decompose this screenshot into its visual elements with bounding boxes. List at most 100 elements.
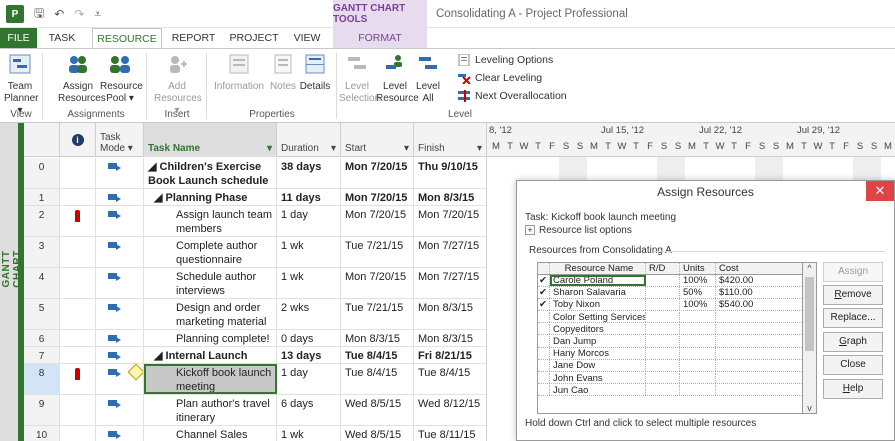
notes-button[interactable]: Notes <box>268 53 298 93</box>
finish-cell[interactable]: Mon 8/3/15 <box>414 189 486 205</box>
resource-col-header[interactable]: Units <box>680 263 716 274</box>
resource-rd-cell[interactable] <box>646 372 680 384</box>
resource-row[interactable]: ✔ Carole Poland 100% $420.00 <box>538 275 802 287</box>
resource-cost-cell[interactable] <box>716 312 802 323</box>
task-name-cell[interactable]: Plan author's travel itinerary <box>144 395 277 425</box>
header-finish[interactable]: Finish ▾ <box>414 123 486 157</box>
resource-row[interactable]: Jane Dow <box>538 360 802 372</box>
table-row[interactable]: 9 Plan author's travel itinerary 6 days Wed… <box>24 395 486 426</box>
resource-name-cell[interactable]: Dan Jump <box>550 336 646 347</box>
resource-units-cell[interactable] <box>680 336 716 347</box>
resource-cost-cell[interactable] <box>716 336 802 347</box>
row-id[interactable]: 7 <box>24 347 60 363</box>
tab-project[interactable]: PROJECT <box>224 28 284 48</box>
task-name-cell[interactable]: ◢ Internal Launch Phase <box>144 347 277 363</box>
remove-button[interactable]: Remove <box>823 285 883 305</box>
save-icon[interactable]: 🖫 <box>34 4 44 25</box>
resource-units-cell[interactable] <box>680 372 716 384</box>
scroll-up-icon[interactable]: ^ <box>803 263 816 273</box>
resource-rd-cell[interactable] <box>646 299 680 310</box>
start-cell[interactable]: Wed 8/5/15 <box>341 395 414 425</box>
resource-row[interactable]: Color Setting Services <box>538 311 802 324</box>
tab-report[interactable]: REPORT <box>166 28 221 48</box>
task-name-cell[interactable]: Schedule author interviews <box>144 268 277 298</box>
resource-name-cell[interactable]: Toby Nixon <box>550 299 646 310</box>
start-cell[interactable]: Tue 7/21/15 <box>341 237 414 267</box>
resource-units-cell[interactable]: 50% <box>680 287 716 298</box>
task-name-cell[interactable]: Kickoff book launch meeting <box>144 364 277 394</box>
information-button[interactable]: Information <box>210 53 268 93</box>
project-app-icon[interactable]: P <box>6 5 24 23</box>
resource-row[interactable]: John Evans <box>538 372 802 385</box>
header-task-name[interactable]: Task Name ▾ <box>144 123 277 157</box>
task-name-cell[interactable]: Assign launch team members <box>144 206 277 236</box>
add-resources-button[interactable]: Add Resources ▾ <box>154 53 202 117</box>
task-mode-cell[interactable] <box>96 268 144 298</box>
task-mode-cell[interactable] <box>96 299 144 329</box>
redo-icon[interactable]: ↷ <box>74 7 84 21</box>
dropdown-icon[interactable]: ▾ <box>404 143 409 154</box>
duration-cell[interactable]: 1 wk <box>277 268 341 298</box>
details-button[interactable]: Details <box>298 53 332 93</box>
task-name-cell[interactable]: Channel Sales prep <box>144 426 277 441</box>
table-row[interactable]: 0 ◢ Children's Exercise Book Launch sched… <box>24 158 486 189</box>
finish-cell[interactable]: Mon 7/27/15 <box>414 268 486 298</box>
table-row[interactable]: 1 ◢ Planning Phase 11 days Mon 7/20/15 Mon 8… <box>24 189 486 206</box>
resource-units-cell[interactable]: 100% <box>680 299 716 310</box>
resource-rd-cell[interactable] <box>646 275 680 286</box>
resource-name-cell[interactable]: John Evans <box>550 372 646 384</box>
level-all-button[interactable]: Level All <box>416 53 440 105</box>
undo-icon[interactable]: ↶ <box>54 7 64 21</box>
resource-table[interactable]: Resource Name R/D Units Cost ✔ Carole Poland 1… <box>537 262 803 414</box>
row-id[interactable]: 0 <box>24 158 60 188</box>
row-id[interactable]: 9 <box>24 395 60 425</box>
assign-resources-button[interactable]: Assign Resources <box>58 53 106 105</box>
header-duration[interactable]: Duration ▾ <box>277 123 341 157</box>
row-id[interactable]: 1 <box>24 189 60 205</box>
resource-cost-cell[interactable] <box>716 360 802 371</box>
task-mode-cell[interactable] <box>96 237 144 267</box>
row-id[interactable]: 10 <box>24 426 60 441</box>
leveling-options-button[interactable]: Leveling Options <box>458 54 553 66</box>
resource-col-header[interactable]: R/D <box>646 263 680 274</box>
resource-rd-cell[interactable] <box>646 348 680 359</box>
table-row[interactable]: 6 Planning complete! 0 days Mon 8/3/15 Mon 8… <box>24 330 486 347</box>
resource-name-cell[interactable]: Copyeditors <box>550 323 646 335</box>
start-cell[interactable]: Wed 8/5/15 <box>341 426 414 441</box>
resource-row[interactable]: Hany Morcos <box>538 348 802 360</box>
finish-cell[interactable]: Wed 8/12/15 <box>414 395 486 425</box>
start-cell[interactable]: Mon 7/20/15 <box>341 206 414 236</box>
row-id[interactable]: 2 <box>24 206 60 236</box>
duration-cell[interactable]: 1 day <box>277 364 341 394</box>
resource-rd-cell[interactable] <box>646 336 680 347</box>
resource-list-options-toggle[interactable]: + Resource list options <box>525 225 632 236</box>
finish-cell[interactable]: Tue 8/11/15 <box>414 426 486 441</box>
resource-units-cell[interactable] <box>680 348 716 359</box>
resource-name-cell[interactable]: Jun Cao <box>550 384 646 396</box>
row-id[interactable]: 6 <box>24 330 60 346</box>
graph-button[interactable]: Graph <box>823 332 883 352</box>
start-cell[interactable]: Mon 8/3/15 <box>341 330 414 346</box>
task-name-cell[interactable]: Planning complete! <box>144 330 277 346</box>
duration-cell[interactable]: 1 wk <box>277 237 341 267</box>
expand-icon[interactable]: + <box>525 225 535 236</box>
resource-name-cell[interactable]: Jane Dow <box>550 360 646 371</box>
table-row[interactable]: 8 Kickoff book launch meeting 1 day Tue 8/4… <box>24 364 486 395</box>
resource-units-cell[interactable] <box>680 323 716 335</box>
resource-cost-cell[interactable] <box>716 324 802 335</box>
start-cell[interactable]: Tue 8/4/15 <box>341 364 414 394</box>
scroll-down-icon[interactable]: v <box>803 403 816 413</box>
row-id[interactable]: 8 <box>24 364 60 394</box>
task-mode-cell[interactable] <box>96 426 144 441</box>
resource-name-cell[interactable]: Color Setting Services <box>550 311 646 323</box>
finish-cell[interactable]: Fri 8/21/15 <box>414 347 486 363</box>
finish-cell[interactable]: Tue 8/4/15 <box>414 364 486 394</box>
resource-row[interactable]: Dan Jump <box>538 336 802 348</box>
task-mode-cell[interactable] <box>96 189 144 205</box>
finish-cell[interactable]: Mon 8/3/15 <box>414 330 486 346</box>
task-name-cell[interactable]: ◢ Children's Exercise Book Launch schedu… <box>144 158 277 188</box>
dropdown-icon[interactable]: ▾ <box>477 143 482 154</box>
duration-cell[interactable]: 1 day <box>277 206 341 236</box>
assign-button[interactable]: Assign <box>823 262 883 282</box>
duration-cell[interactable]: 1 wk <box>277 426 341 441</box>
